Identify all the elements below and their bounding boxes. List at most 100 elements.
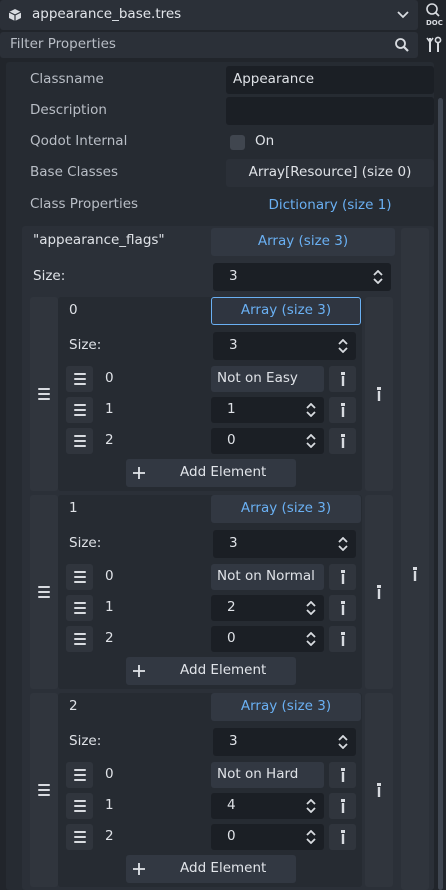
item-value: 2	[227, 599, 236, 615]
kebab-menu-icon[interactable]	[329, 793, 356, 819]
item-index: 0	[105, 766, 114, 782]
tools-icon[interactable]	[424, 34, 444, 56]
plus-icon	[132, 862, 146, 876]
item-index: 1	[105, 797, 114, 813]
kebab-menu-icon	[409, 566, 421, 582]
array-element-value: Array (size 3)	[240, 302, 332, 319]
up-down-arrows-icon[interactable]	[305, 402, 317, 421]
property-label-class-properties: Class Properties	[30, 196, 139, 212]
classname-field[interactable]: Appearance	[226, 66, 434, 94]
file-selector[interactable]: appearance_base.tres	[0, 0, 418, 30]
item-index: 1	[105, 401, 114, 417]
class-properties-value: Dictionary (size 1)	[268, 197, 392, 214]
kebab-menu-icon[interactable]	[329, 428, 356, 454]
up-down-arrows-icon[interactable]	[305, 600, 317, 619]
item-value-spinbox[interactable]: 2	[211, 595, 324, 621]
item-value: 0	[227, 828, 236, 844]
item-value-field[interactable]: Not on Easy	[211, 366, 324, 392]
property-label-base-classes: Base Classes	[30, 164, 119, 180]
array-size-spinbox-1[interactable]: 3	[213, 530, 356, 558]
file-name: appearance_base.tres	[32, 6, 182, 22]
array-size-value: 3	[229, 535, 238, 551]
drag-handle-icon[interactable]	[30, 693, 58, 887]
array-size-value: 3	[229, 337, 238, 353]
array-size-label: Size:	[69, 535, 102, 551]
up-down-arrows-icon[interactable]	[305, 829, 317, 848]
dictionary-size-spinbox[interactable]: 3	[213, 263, 391, 291]
item-value: 0	[227, 630, 236, 646]
drag-handle-icon[interactable]	[66, 366, 93, 392]
add-element-button[interactable]: Add Element	[126, 657, 296, 685]
base-classes-value: Array[Resource] (size 0)	[248, 164, 412, 181]
class-properties-dictionary-button[interactable]: Dictionary (size 1)	[226, 191, 434, 221]
drag-handle-icon[interactable]	[66, 428, 93, 454]
item-value: 4	[227, 797, 236, 813]
item-value: Not on Normal	[217, 568, 315, 584]
array-element-value: Array (size 3)	[240, 698, 332, 715]
kebab-menu-icon[interactable]	[329, 564, 356, 590]
drag-handle-icon[interactable]	[66, 824, 93, 850]
scrollbar-thumb[interactable]	[438, 98, 443, 890]
dictionary-value-array-button[interactable]: Array (size 3)	[211, 228, 395, 256]
drag-handle-icon[interactable]	[66, 762, 93, 788]
dictionary-value-menu[interactable]	[401, 228, 429, 890]
chevron-down-icon	[397, 10, 409, 20]
description-field[interactable]	[226, 97, 434, 125]
kebab-menu-icon[interactable]	[365, 495, 393, 689]
filter-properties-input[interactable]: Filter Properties	[0, 32, 418, 58]
up-down-arrows-icon[interactable]	[337, 338, 349, 357]
drag-handle-icon[interactable]	[66, 626, 93, 652]
doc-button[interactable]: DOC	[424, 2, 446, 30]
kebab-menu-icon[interactable]	[329, 626, 356, 652]
add-element-label: Add Element	[180, 860, 267, 876]
kebab-menu-icon[interactable]	[329, 595, 356, 621]
kebab-menu-icon[interactable]	[329, 366, 356, 392]
kebab-menu-icon[interactable]	[365, 297, 393, 491]
item-value-spinbox[interactable]: 1	[211, 397, 324, 423]
item-index: 1	[105, 599, 114, 615]
array-size-spinbox-0[interactable]: 3	[213, 332, 356, 360]
kebab-menu-icon[interactable]	[329, 397, 356, 423]
qodot-internal-on-label: On	[255, 133, 275, 149]
item-value: 1	[227, 401, 236, 417]
kebab-menu-icon[interactable]	[365, 693, 393, 887]
drag-handle-icon[interactable]	[30, 297, 58, 491]
kebab-menu-icon[interactable]	[329, 824, 356, 850]
array-element-button-2[interactable]: Array (size 3)	[211, 693, 361, 721]
item-value-field[interactable]: Not on Normal	[211, 564, 324, 590]
array-element-button-1[interactable]: Array (size 3)	[211, 495, 361, 523]
qodot-internal-checkbox[interactable]	[230, 135, 245, 150]
up-down-arrows-icon[interactable]	[305, 631, 317, 650]
drag-handle-icon[interactable]	[66, 564, 93, 590]
item-value: Not on Hard	[217, 766, 299, 782]
kebab-menu-icon[interactable]	[329, 762, 356, 788]
add-element-label: Add Element	[180, 662, 267, 678]
drag-handle-icon[interactable]	[66, 793, 93, 819]
item-value-spinbox[interactable]: 0	[211, 626, 324, 652]
dictionary-key: "appearance_flags"	[33, 232, 165, 248]
drag-handle-icon[interactable]	[66, 397, 93, 423]
item-value-spinbox[interactable]: 0	[211, 824, 324, 850]
base-classes-button[interactable]: Array[Resource] (size 0)	[226, 159, 434, 187]
up-down-arrows-icon[interactable]	[337, 536, 349, 555]
item-value-spinbox[interactable]: 0	[211, 428, 324, 454]
item-index: 2	[105, 432, 114, 448]
array-element-button-0[interactable]: Array (size 3)	[211, 297, 361, 325]
add-element-button[interactable]: Add Element	[126, 855, 296, 883]
up-down-arrows-icon[interactable]	[305, 433, 317, 452]
add-element-button[interactable]: Add Element	[126, 459, 296, 487]
drag-handle-icon[interactable]	[66, 595, 93, 621]
up-down-arrows-icon[interactable]	[337, 734, 349, 753]
item-value-field[interactable]: Not on Hard	[211, 762, 324, 788]
resource-cube-icon	[8, 8, 22, 22]
up-down-arrows-icon[interactable]	[372, 269, 384, 288]
array-size-label: Size:	[69, 733, 102, 749]
array-size-spinbox-2[interactable]: 3	[213, 728, 356, 756]
up-down-arrows-icon[interactable]	[305, 798, 317, 817]
plus-icon	[132, 466, 146, 480]
dictionary-size-label: Size:	[33, 268, 66, 284]
drag-handle-icon[interactable]	[30, 495, 58, 689]
add-element-label: Add Element	[180, 464, 267, 480]
item-value-spinbox[interactable]: 4	[211, 793, 324, 819]
property-label-classname: Classname	[30, 71, 104, 87]
